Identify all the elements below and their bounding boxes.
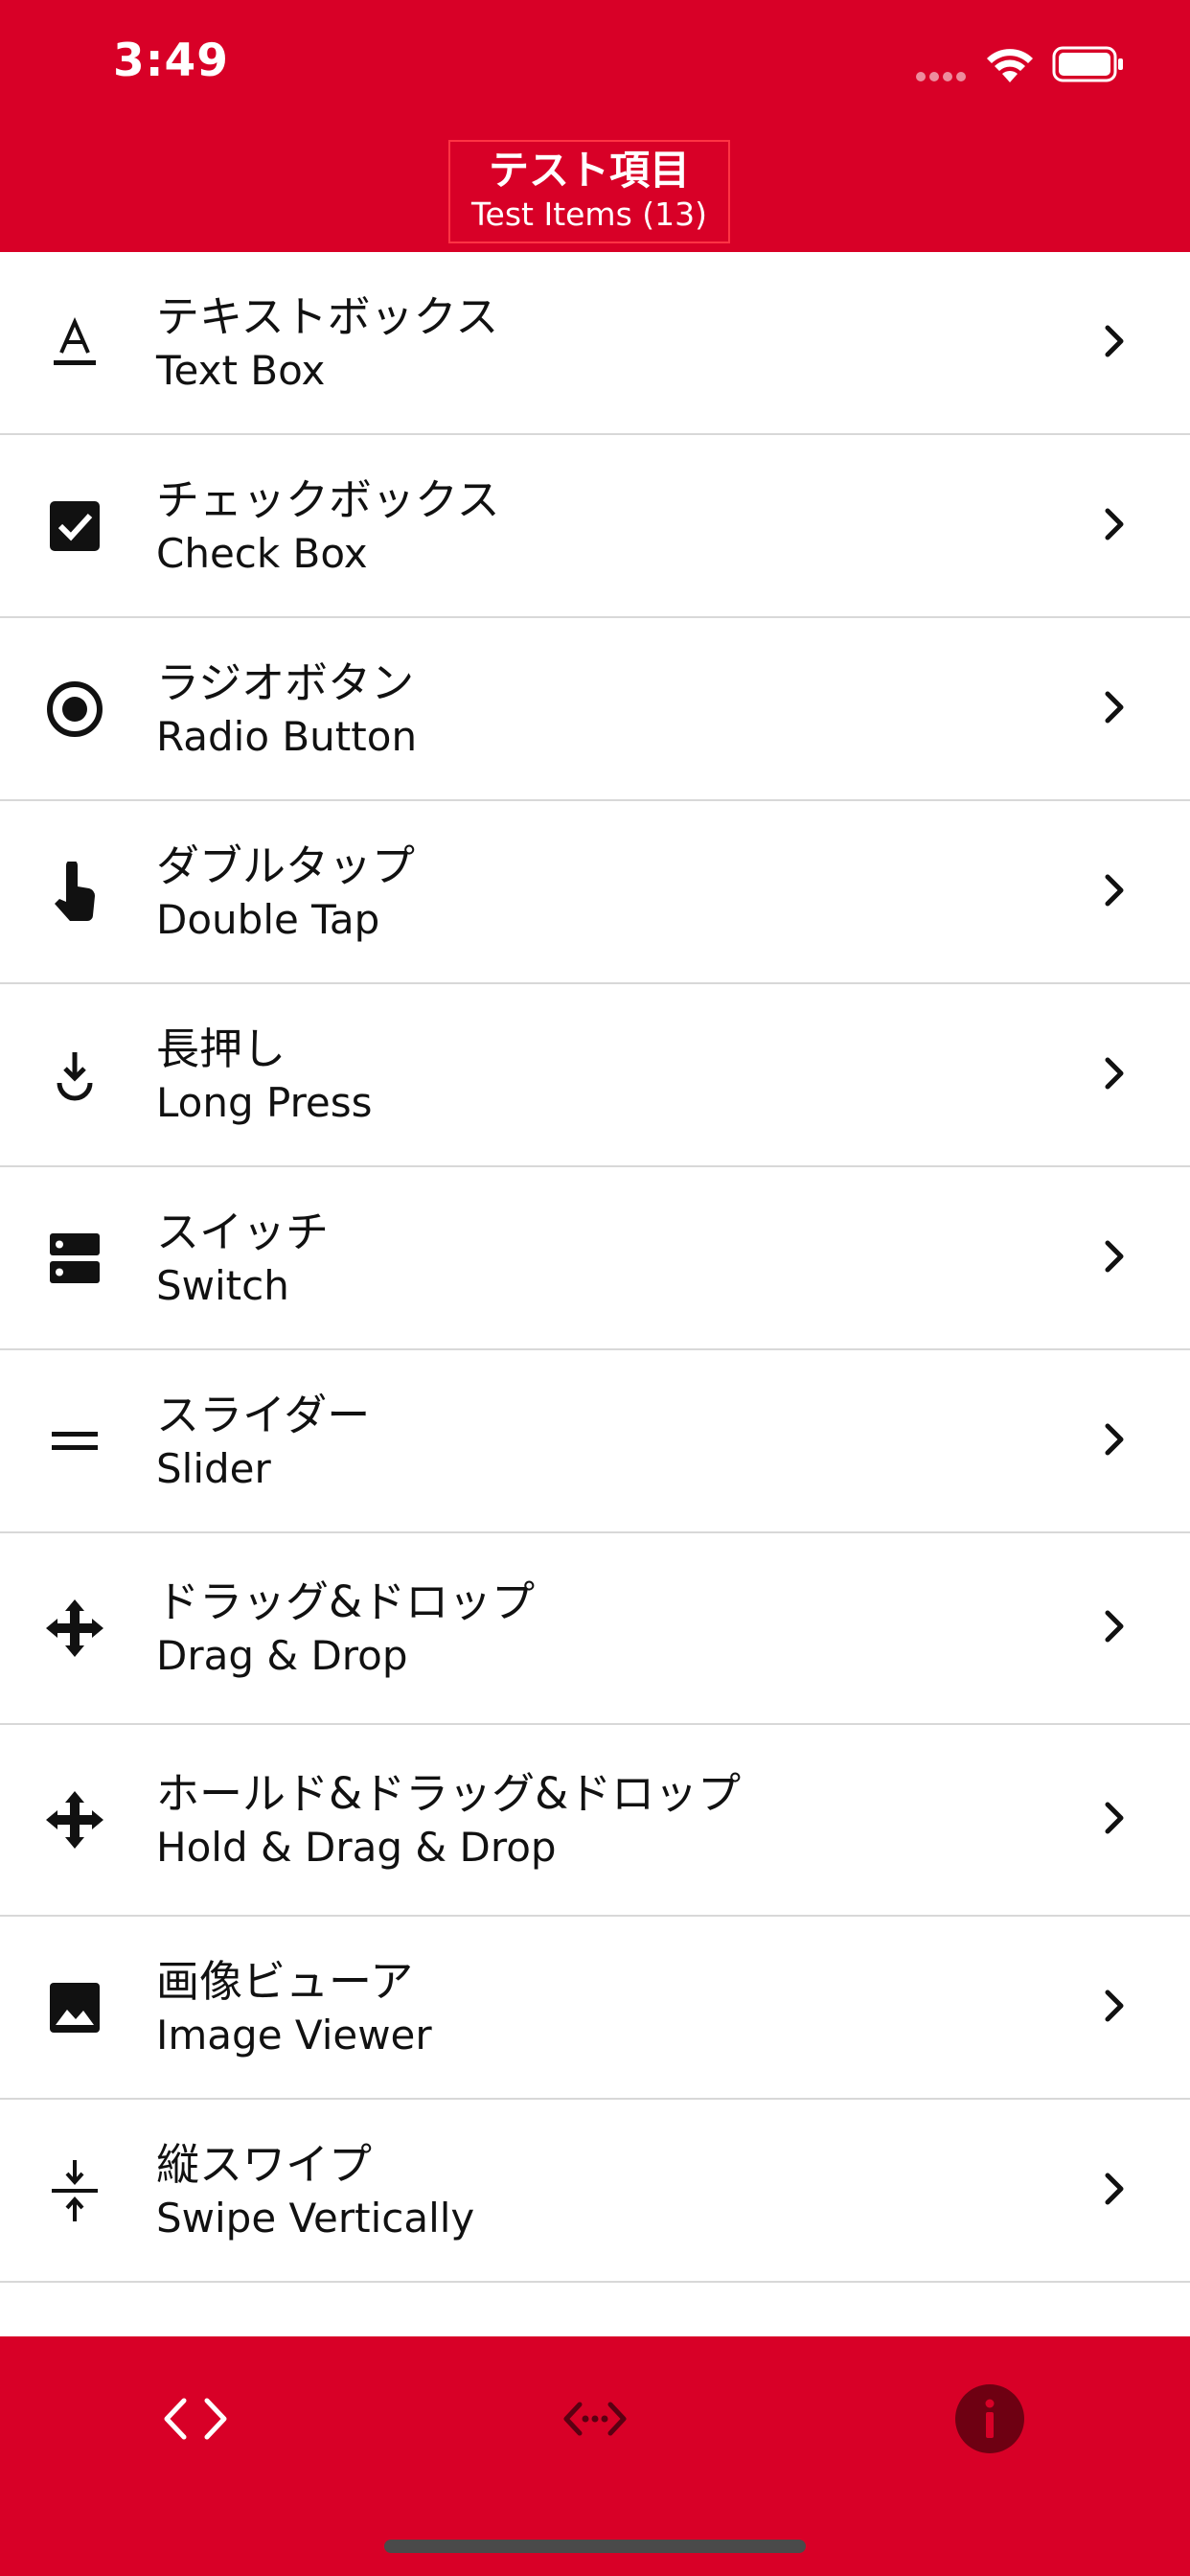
vertical-swipe-icon — [44, 2159, 105, 2221]
list-item-long-press[interactable]: 長押し Long Press — [0, 984, 1190, 1167]
slider-icon — [44, 1411, 105, 1472]
tab-bar — [0, 2336, 1190, 2576]
item-label-jp: ドラッグ&ドロップ — [156, 1576, 536, 1627]
list-item-slider[interactable]: スライダー Slider — [0, 1350, 1190, 1533]
item-label-en: Image Viewer — [156, 2011, 432, 2058]
item-label-en: Swipe Vertically — [156, 2194, 475, 2242]
item-label-en: Slider — [156, 1444, 271, 1492]
switch-icon — [44, 1228, 105, 1289]
radio-button-icon — [44, 678, 105, 740]
item-label-en: Double Tap — [156, 895, 380, 943]
item-label-en: Drag & Drop — [156, 1632, 408, 1679]
move-arrows-icon — [44, 1598, 105, 1659]
list-item-text-box[interactable]: テキストボックス Text Box — [0, 252, 1190, 435]
code-brackets-icon — [161, 2397, 230, 2445]
navigation-header: 3:49 テスト項目 Test Items (13) — [0, 0, 1190, 252]
item-label-en: Radio Button — [156, 712, 418, 760]
list-item-hold-drag-drop[interactable]: ホールド&ドラッグ&ドロップ Hold & Drag & Drop — [0, 1725, 1190, 1917]
chevron-right-icon — [1100, 688, 1129, 730]
list-item-drag-drop[interactable]: ドラッグ&ドロップ Drag & Drop — [0, 1533, 1190, 1725]
page-title: テスト項目 Test Items (13) — [448, 140, 730, 243]
item-label-jp: 画像ビューア — [156, 1955, 414, 2007]
item-label-jp: 縦スワイプ — [156, 2138, 373, 2190]
code-tab[interactable] — [148, 2373, 243, 2469]
list-item-image-viewer[interactable]: 画像ビューア Image Viewer — [0, 1917, 1190, 2100]
checkbox-icon — [44, 495, 105, 557]
item-label-jp: チェックボックス — [156, 473, 500, 525]
item-label-en: Hold & Drag & Drop — [156, 1824, 557, 1871]
move-arrows-icon — [44, 1789, 105, 1851]
chevron-right-icon — [1100, 871, 1129, 913]
list-item-swipe-vertically[interactable]: 縦スワイプ Swipe Vertically — [0, 2100, 1190, 2283]
item-label-en: Long Press — [156, 1078, 373, 1126]
item-label-en: Switch — [156, 1261, 289, 1309]
page-subtitle: Test Items (13) — [470, 196, 708, 233]
chevron-right-icon — [1100, 1987, 1129, 2029]
chevron-right-icon — [1100, 505, 1129, 547]
image-icon — [44, 1977, 105, 2038]
item-label-jp: ダブルタップ — [156, 840, 416, 891]
chevron-right-icon — [1100, 1607, 1129, 1649]
item-label-jp: ラジオボタン — [156, 656, 415, 708]
touch-hand-icon — [44, 861, 105, 923]
page-title-jp: テスト項目 — [488, 147, 690, 194]
chevron-right-icon — [1100, 322, 1129, 364]
long-press-icon — [44, 1045, 105, 1106]
item-label-jp: ホールド&ドラッグ&ドロップ — [156, 1768, 742, 1819]
list-item-radio-button[interactable]: ラジオボタン Radio Button — [0, 618, 1190, 801]
chevron-right-icon — [1100, 1237, 1129, 1279]
chevron-right-icon — [1100, 2170, 1129, 2212]
text-format-icon — [44, 312, 105, 374]
chevron-right-icon — [1100, 1799, 1129, 1841]
test-items-list: テキストボックス Text Box チェックボックス Check Box ラジオ… — [0, 252, 1190, 2336]
list-item-switch[interactable]: スイッチ Switch — [0, 1167, 1190, 1350]
cellular-signal-icon — [916, 67, 970, 85]
item-label-en: Check Box — [156, 529, 368, 577]
battery-icon — [1052, 46, 1125, 86]
item-label-jp: スイッチ — [156, 1206, 330, 1257]
item-label-jp: テキストボックス — [156, 290, 499, 342]
dotted-code-icon — [561, 2397, 629, 2445]
status-time: 3:49 — [113, 34, 229, 87]
wifi-icon — [985, 46, 1035, 88]
list-item-check-box[interactable]: チェックボックス Check Box — [0, 435, 1190, 618]
chevron-right-icon — [1100, 1054, 1129, 1096]
home-indicator — [384, 2540, 806, 2553]
item-label-jp: スライダー — [156, 1389, 371, 1440]
list-item-double-tap[interactable]: ダブルタップ Double Tap — [0, 801, 1190, 984]
info-icon — [953, 2382, 1026, 2459]
item-label-en: Text Box — [156, 346, 326, 394]
item-label-jp: 長押し — [156, 1023, 286, 1074]
chevron-right-icon — [1100, 1420, 1129, 1462]
dotted-code-tab[interactable] — [547, 2373, 643, 2469]
info-tab[interactable] — [942, 2373, 1038, 2469]
